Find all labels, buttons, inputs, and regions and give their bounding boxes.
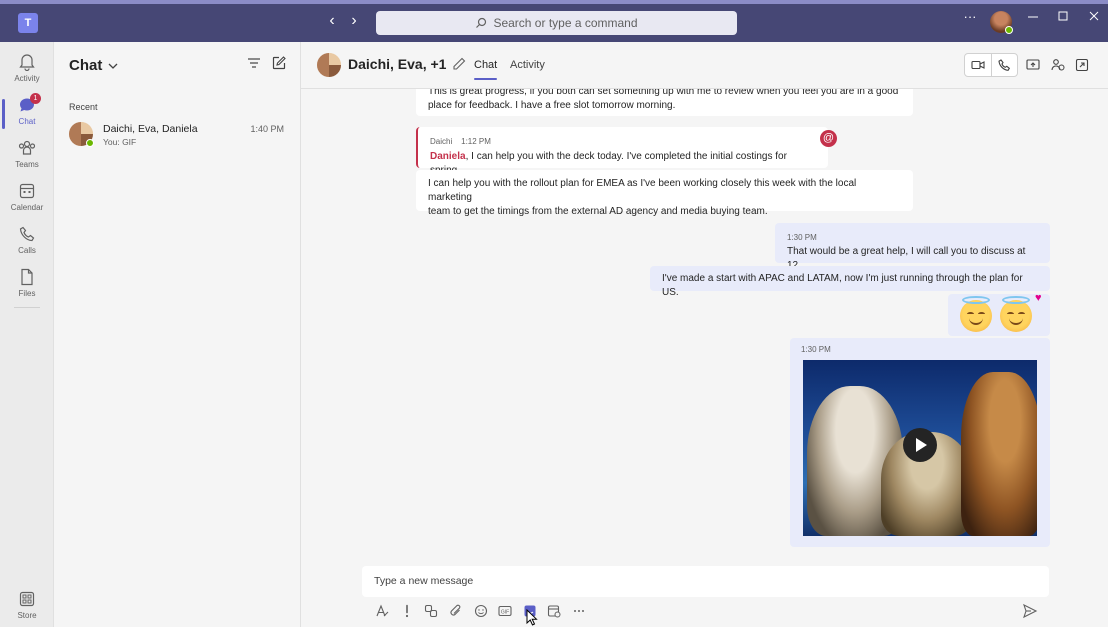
message-list: This is great progress, if you both can … [301, 89, 1108, 552]
chat-name: Daichi, Eva, Daniela [103, 123, 198, 135]
add-people-icon[interactable] [1051, 58, 1065, 72]
rail-item-teams[interactable]: Teams [0, 139, 54, 179]
chat-group-avatar [317, 53, 341, 77]
message-text: This is great progress, if you both can … [428, 89, 899, 97]
rail-item-chat[interactable]: 1 Chat [0, 93, 54, 136]
minimize-icon[interactable] [1021, 10, 1045, 25]
new-chat-icon[interactable] [272, 56, 290, 74]
share-screen-icon[interactable] [1026, 58, 1040, 72]
video-call-icon[interactable] [965, 54, 991, 76]
rail-label-calendar: Calendar [10, 203, 44, 212]
priority-icon[interactable] [395, 602, 420, 620]
title-bar: T ‹ › Search or type a command ··· [0, 0, 1108, 42]
loop-component-icon[interactable] [419, 602, 444, 620]
message-bubble: This is great progress, if you both can … [416, 89, 913, 116]
message-text: place for feedback. I have a free slot t… [428, 100, 676, 111]
rail-item-store[interactable]: Store [0, 590, 54, 627]
chat-icon [0, 96, 54, 116]
gif-message: 1:30 PM [790, 338, 1050, 547]
rail-label-calls: Calls [18, 246, 36, 255]
chat-list-title[interactable]: Chat [69, 57, 118, 74]
mouse-pointer-icon [526, 608, 538, 627]
user-avatar[interactable] [990, 11, 1013, 34]
search-input[interactable]: Search or type a command [376, 11, 737, 35]
tab-activity[interactable]: Activity [510, 59, 545, 71]
message-meta: Daichi 1:12 PM [430, 135, 816, 149]
rail-item-calls[interactable]: Calls [0, 225, 54, 265]
message-bubble-important: Daichi 1:12 PM Daniela, I can help you w… [416, 127, 828, 176]
list-item[interactable]: Daichi, Eva, Daniela You: GIF 1:40 PM [54, 118, 300, 152]
more-actions-icon[interactable] [567, 602, 592, 620]
dog-image [961, 372, 1037, 536]
notification-badge: 1 [30, 93, 41, 104]
gif-image[interactable] [803, 360, 1037, 536]
search-placeholder: Search or type a command [493, 16, 638, 30]
more-options-icon[interactable]: ··· [958, 9, 982, 24]
chat-preview: You: GIF [103, 137, 137, 147]
rail-label-store: Store [17, 611, 37, 620]
emoji-icon[interactable] [468, 602, 493, 620]
smiling-halo-emoji-icon [1000, 296, 1032, 332]
message-bubble-own: I've made a start with APAC and LATAM, n… [650, 266, 1050, 298]
back-arrow-icon[interactable]: ‹ [322, 12, 342, 30]
rail-item-activity[interactable]: Activity [0, 53, 54, 93]
rail-label-chat: Chat [18, 117, 36, 126]
file-icon [0, 268, 54, 288]
audio-call-icon[interactable] [990, 54, 1018, 76]
chat-list-panel: Chat Recent Daichi, Eva, Daniela You: GI… [54, 42, 301, 627]
smiling-halo-emoji-icon [960, 296, 992, 332]
attach-icon[interactable] [444, 602, 469, 620]
gif-icon[interactable]: GIF [493, 602, 518, 620]
message-time: 1:30 PM [801, 345, 831, 354]
phone-icon [0, 225, 54, 245]
rail-divider [14, 307, 40, 308]
recent-section-label: Recent [69, 102, 98, 112]
call-button-group [964, 53, 1018, 77]
close-icon[interactable] [1082, 10, 1106, 25]
format-icon[interactable] [370, 602, 395, 620]
mention-icon: @ [820, 130, 837, 147]
chat-time: 1:40 PM [250, 124, 284, 134]
search-icon [476, 17, 487, 28]
teams-icon [0, 139, 54, 159]
mention[interactable]: Daniela [430, 151, 466, 162]
rail-item-files[interactable]: Files [0, 268, 54, 308]
presence-available-icon [1005, 26, 1013, 34]
send-icon[interactable] [1022, 603, 1038, 619]
chat-list-title-text: Chat [69, 57, 103, 74]
chat-header: Daichi, Eva, +1 Chat Activity [301, 42, 1108, 89]
rail-label-activity: Activity [14, 74, 40, 83]
message-input[interactable]: Type a new message [362, 566, 1049, 597]
pop-out-icon[interactable] [1075, 58, 1089, 72]
forward-arrow-icon[interactable]: › [344, 12, 364, 30]
message-bubble: I can help you with the rollout plan for… [416, 170, 913, 217]
rail-label-teams: Teams [15, 160, 39, 169]
rail-label-files: Files [18, 289, 36, 298]
play-icon[interactable] [903, 428, 937, 462]
teams-logo-icon: T [18, 13, 38, 33]
filter-icon[interactable] [247, 56, 265, 74]
message-text: I can help you with the rollout plan for… [428, 178, 857, 203]
store-icon [0, 590, 54, 610]
edit-name-icon[interactable] [452, 57, 466, 71]
bell-icon [0, 53, 54, 73]
heart-reaction-icon[interactable]: ♥ [1035, 292, 1042, 304]
compose-toolbar: GIF [370, 602, 591, 620]
message-bubble-own: 1:30 PM That would be a great help, I wi… [775, 223, 1050, 271]
schedule-meeting-icon[interactable] [542, 602, 567, 620]
tab-chat[interactable]: Chat [474, 59, 498, 80]
svg-text:GIF: GIF [501, 609, 509, 615]
maximize-icon[interactable] [1051, 10, 1075, 25]
presence-available-icon [86, 139, 94, 147]
message-text: team to get the timings from the externa… [428, 206, 768, 217]
chat-title[interactable]: Daichi, Eva, +1 [348, 56, 446, 72]
message-time: 1:30 PM [787, 233, 817, 242]
chevron-down-icon [108, 63, 118, 69]
calendar-icon [0, 182, 54, 202]
rail-item-calendar[interactable]: Calendar [0, 182, 54, 222]
sender-name: Daichi [430, 137, 453, 146]
message-time: 1:12 PM [461, 137, 491, 146]
app-rail: Activity 1 Chat Teams Calendar Calls Fil… [0, 42, 54, 627]
